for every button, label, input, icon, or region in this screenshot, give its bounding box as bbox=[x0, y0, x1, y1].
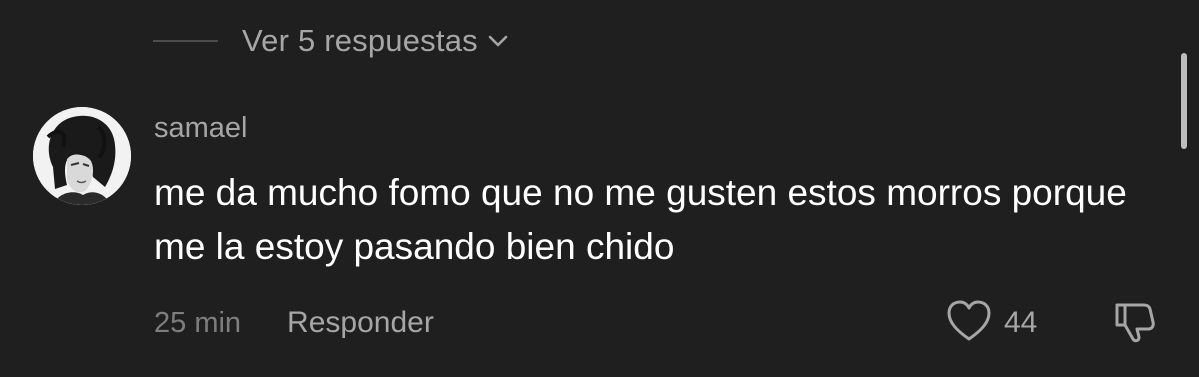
view-replies-button[interactable]: Ver 5 respuestas bbox=[153, 18, 512, 64]
user-avatar[interactable] bbox=[33, 107, 131, 205]
thumbs-down-icon bbox=[1111, 299, 1157, 350]
comment-text: me da mucho fomo que no me gusten estos … bbox=[154, 172, 1127, 267]
comment-timestamp: 25 min bbox=[154, 306, 242, 339]
comment-meta: 25 min Responder bbox=[154, 300, 434, 346]
replies-divider bbox=[153, 40, 218, 42]
chevron-down-icon bbox=[484, 27, 512, 55]
reply-button[interactable]: Responder bbox=[287, 306, 434, 340]
comment-thread: Ver 5 respuestas samael me da mucho fomo… bbox=[0, 0, 1199, 377]
heart-icon bbox=[946, 299, 992, 348]
dislike-button[interactable] bbox=[1110, 301, 1158, 347]
scrollbar-thumb[interactable] bbox=[1181, 53, 1187, 149]
view-replies-label: Ver 5 respuestas bbox=[242, 23, 478, 58]
like-button[interactable]: 44 bbox=[946, 300, 1037, 346]
like-count: 44 bbox=[1004, 306, 1038, 339]
comment-username[interactable]: samael bbox=[154, 112, 248, 145]
